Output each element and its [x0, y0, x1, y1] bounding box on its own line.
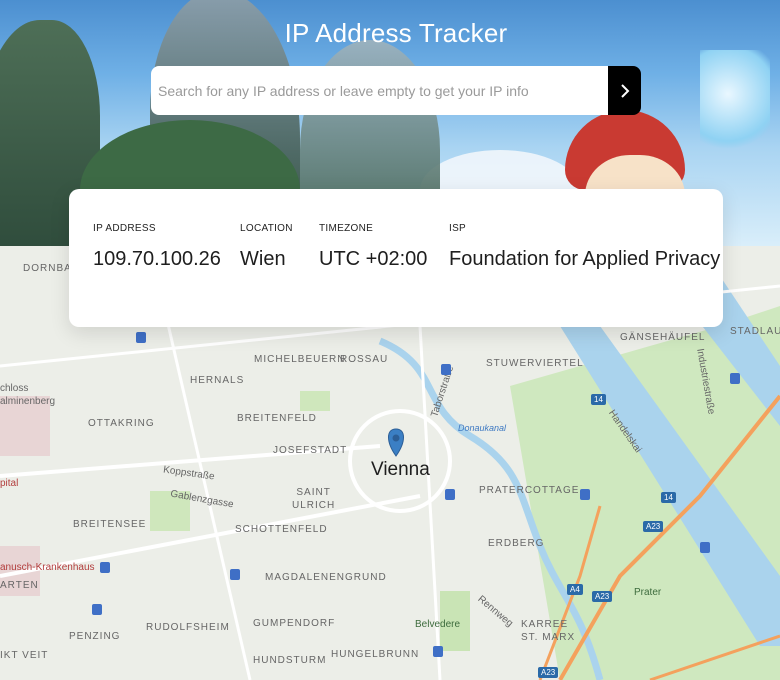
district-label: MICHELBEUERN	[254, 354, 346, 365]
district-label: OTTAKRING	[88, 418, 155, 429]
place-label: anusch-Krankenhaus	[0, 562, 95, 573]
timezone-label: TIMEZONE	[319, 223, 374, 234]
road-shield: A4	[567, 584, 583, 595]
place-label: Prater	[634, 587, 662, 598]
isp-stat: ISP Foundation for Applied Privacy	[449, 223, 720, 271]
ip-info-card: IP ADDRESS 109.70.100.26 LOCATION Wien T…	[69, 189, 723, 327]
place-label: Belvedere	[415, 619, 461, 630]
road-shield: A23	[643, 521, 664, 532]
road-shield: 14	[591, 394, 606, 405]
district-label: BREITENFELD	[237, 413, 317, 424]
ip-address-stat: IP ADDRESS 109.70.100.26	[93, 223, 221, 271]
place-label: chloss alminenberg	[0, 383, 56, 407]
transit-icon[interactable]	[92, 604, 102, 615]
district-label: IKT VEIT	[0, 650, 49, 661]
road-shield: A23	[538, 667, 559, 678]
district-label: SCHOTTENFELD	[235, 524, 328, 535]
district-label: GÄNSEHÄUFEL	[620, 332, 706, 343]
transit-icon[interactable]	[730, 373, 740, 384]
district-label: SAINT ULRICH	[292, 487, 336, 511]
district-label: STUWERVIERTEL	[486, 358, 584, 369]
district-label: GUMPENDORF	[253, 618, 336, 629]
transit-icon[interactable]	[580, 489, 590, 500]
isp-value: Foundation for Applied Privacy	[449, 248, 721, 270]
road-shield: 14	[661, 492, 676, 503]
district-label: STADLAU	[730, 326, 780, 337]
district-label: HERNALS	[190, 375, 245, 386]
road-shield: A23	[592, 591, 613, 602]
district-label: HUNDSTURM	[253, 655, 327, 666]
ip-address-label: IP ADDRESS	[93, 223, 156, 234]
chevron-right-icon	[620, 83, 629, 98]
transit-icon[interactable]	[700, 542, 710, 553]
ip-address-value: 109.70.100.26	[93, 248, 221, 270]
page-title: IP Address Tracker	[284, 18, 508, 48]
timezone-value: UTC +02:00	[319, 248, 428, 270]
district-label: JOSEFSTADT	[273, 445, 348, 456]
search-input[interactable]	[151, 66, 608, 115]
spirit-illustration	[700, 50, 770, 160]
timezone-stat: TIMEZONE UTC +02:00	[319, 223, 427, 271]
transit-icon[interactable]	[100, 562, 110, 573]
district-label: PENZING	[69, 631, 121, 642]
transit-icon[interactable]	[441, 364, 451, 375]
district-label: MAGDALENENGRUND	[265, 572, 387, 583]
location-stat: LOCATION Wien	[240, 223, 293, 271]
search-bar	[151, 66, 641, 115]
transit-icon[interactable]	[136, 332, 146, 343]
district-label: ARTEN	[0, 580, 39, 591]
district-label: HUNGELBRUNN	[331, 649, 420, 660]
district-label: RUDOLFSHEIM	[146, 622, 230, 633]
water-label: Donaukanal	[458, 423, 507, 433]
park-area	[300, 391, 330, 411]
isp-label: ISP	[449, 223, 467, 234]
city-label: Vienna	[371, 459, 430, 480]
place-label: pital	[0, 478, 19, 489]
district-label: ROSSAU	[340, 354, 389, 365]
transit-icon[interactable]	[445, 489, 455, 500]
location-value: Wien	[240, 248, 286, 270]
district-label: PRATERCOTTAGE	[479, 485, 580, 496]
transit-icon[interactable]	[433, 646, 443, 657]
district-label: ERDBERG	[488, 538, 545, 549]
search-button[interactable]	[608, 66, 641, 115]
transit-icon[interactable]	[230, 569, 240, 580]
district-label: KARREE ST. MARX	[521, 619, 576, 643]
location-label: LOCATION	[240, 223, 293, 234]
district-label: BREITENSEE	[73, 519, 147, 530]
